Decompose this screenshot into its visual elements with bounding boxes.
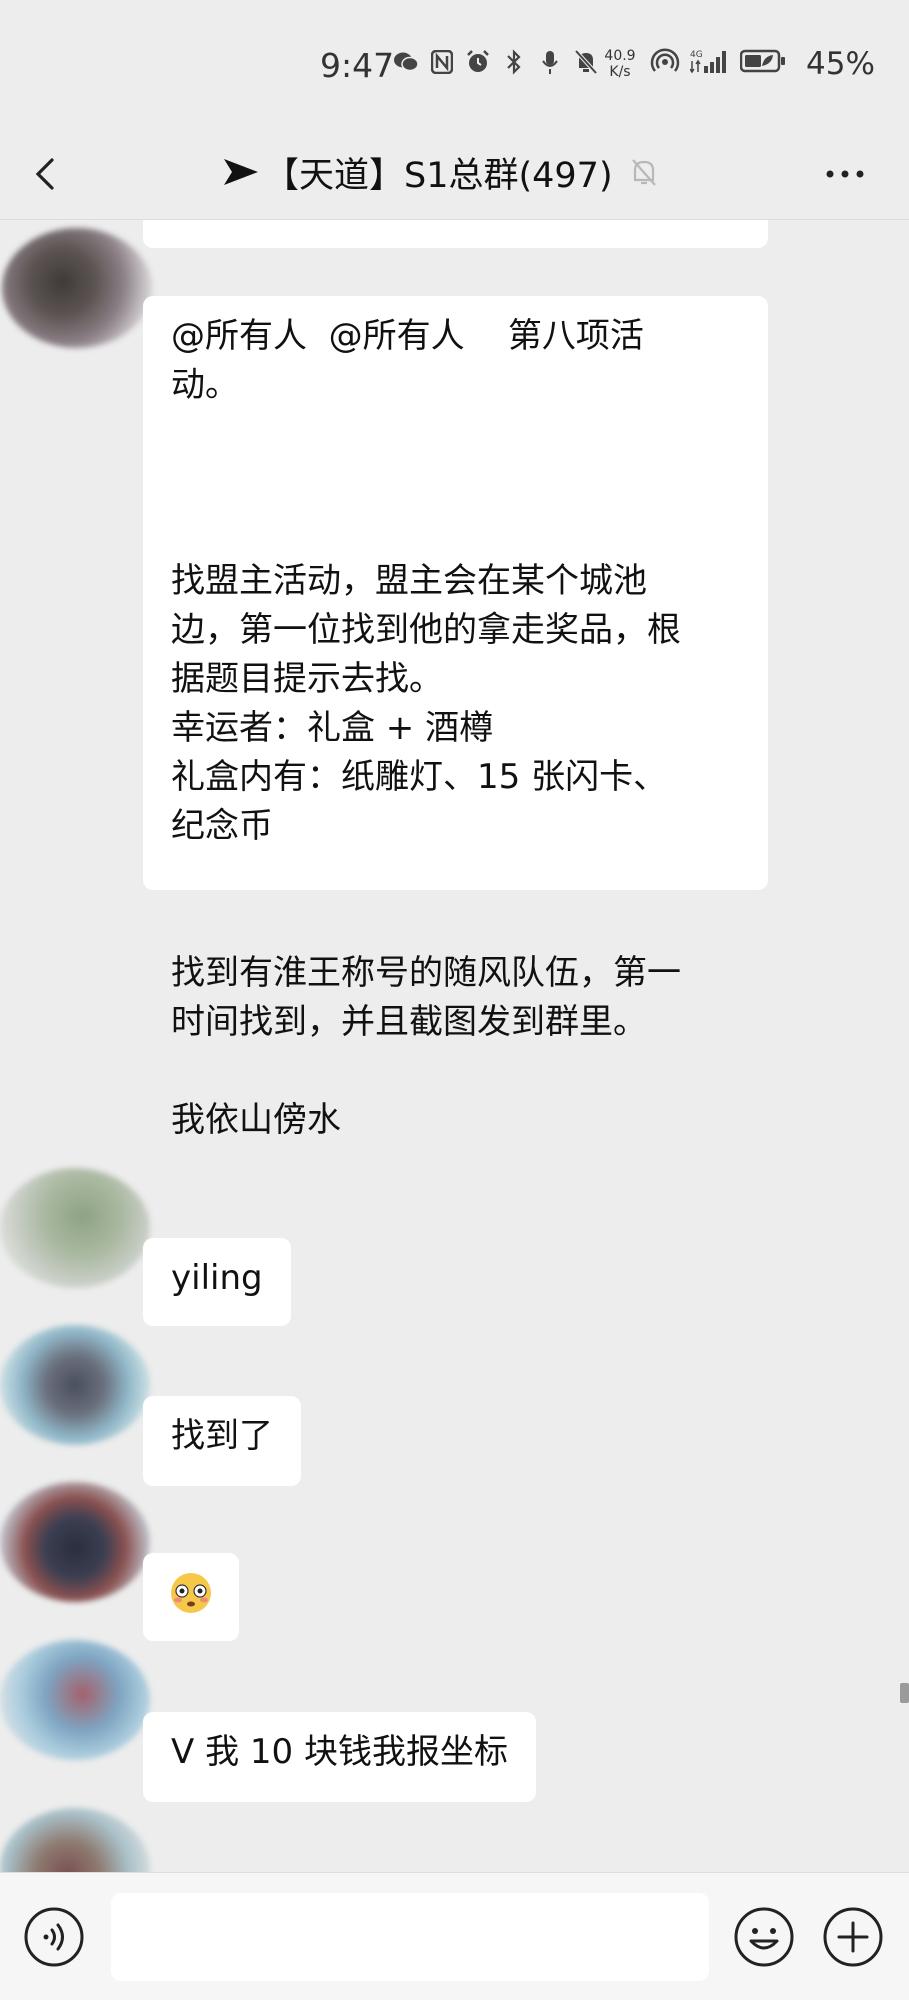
voice-icon — [24, 1907, 84, 1967]
message-line: 幸运者：礼盒 + 酒樽 — [171, 708, 494, 748]
message-line: @所有人 @所有人 第八项活 — [171, 316, 644, 356]
back-button[interactable] — [24, 152, 68, 196]
message-line: 找到有淮王称号的随风队伍，第一 — [171, 953, 681, 993]
avatar[interactable] — [0, 1325, 150, 1445]
message-line: 我依山傍水 — [171, 1100, 341, 1140]
message-text: yiling — [171, 1258, 263, 1298]
emoji-button[interactable] — [732, 1905, 796, 1969]
send-arrow-icon — [224, 159, 258, 185]
muted-bell-icon — [631, 159, 656, 186]
message-line: 找盟主活动，盟主会在某个城池 — [171, 561, 647, 601]
alarm-icon — [465, 48, 491, 76]
mute-bell-icon — [573, 48, 599, 76]
avatar[interactable] — [0, 1640, 150, 1760]
battery-icon — [739, 48, 786, 78]
signal-group: 4G — [650, 48, 786, 78]
battery-percent: 45% — [806, 46, 875, 82]
previous-message-bubble[interactable] — [143, 220, 768, 248]
status-time: 9:47 — [320, 46, 395, 85]
smiley-icon — [734, 1907, 794, 1967]
chat-message-list[interactable]: @所有人 @所有人 第八项活 动。 找盟主活动，盟主会在某个城池 边，第一位找到… — [0, 220, 909, 1872]
flushed-face-emoji — [169, 1573, 213, 1624]
message-line: 动。 — [171, 365, 239, 405]
plus-icon — [823, 1907, 883, 1967]
bluetooth-icon — [501, 48, 527, 76]
more-actions-button[interactable] — [821, 1905, 885, 1969]
status-bar: 9:47 40.9 K/s 4G 45% — [0, 0, 909, 132]
cellular-signal-icon: 4G — [689, 48, 730, 78]
message-line: 据题目提示去找。 — [171, 659, 443, 699]
hotspot-icon — [650, 48, 680, 78]
message-line: 边，第一位找到他的拿走奖品，根 — [171, 610, 681, 650]
avatar[interactable] — [0, 1482, 150, 1602]
message-line: 礼盒内有：纸雕灯、15 张闪卡、 — [171, 757, 668, 797]
back-arrow-icon — [35, 158, 54, 190]
scrollbar-thumb[interactable] — [900, 1683, 909, 1703]
message-bubble[interactable]: yiling — [143, 1238, 291, 1326]
message-input[interactable] — [111, 1893, 709, 1981]
network-speed-unit: K/s — [609, 64, 631, 80]
avatar[interactable] — [0, 1168, 150, 1288]
message-text: 找到了 — [171, 1416, 273, 1456]
wechat-icon — [393, 48, 419, 76]
voice-input-button[interactable] — [22, 1905, 86, 1969]
message-bubble[interactable] — [143, 1553, 239, 1641]
more-dots-icon — [826, 170, 864, 178]
input-toolbar — [0, 1872, 909, 2000]
message-bubble[interactable]: @所有人 @所有人 第八项活 动。 找盟主活动，盟主会在某个城池 边，第一位找到… — [143, 296, 768, 1140]
message-bubble[interactable]: 找到了 — [143, 1396, 301, 1486]
avatar[interactable] — [2, 228, 152, 348]
message-line: 纪念币 — [171, 806, 273, 846]
chat-title-wrap: 【天道】S1总群(497) — [222, 144, 659, 200]
more-options-button[interactable] — [820, 152, 870, 196]
network-speed-value: 40.9 — [604, 48, 636, 64]
message-line: 时间找到，并且截图发到群里。 — [171, 1002, 647, 1042]
message-text: V 我 10 块钱我报坐标 — [171, 1732, 508, 1772]
network-type-label: 4G — [690, 50, 703, 60]
microphone-icon — [537, 48, 563, 76]
network-speed: 40.9 K/s — [600, 48, 640, 80]
status-icons — [393, 48, 599, 76]
chat-title: 【天道】S1总群(497) — [264, 155, 613, 196]
chat-header: 【天道】S1总群(497) — [0, 132, 909, 220]
avatar[interactable] — [0, 1808, 150, 1872]
message-bubble[interactable]: V 我 10 块钱我报坐标 — [143, 1712, 536, 1802]
nfc-icon — [429, 48, 455, 76]
